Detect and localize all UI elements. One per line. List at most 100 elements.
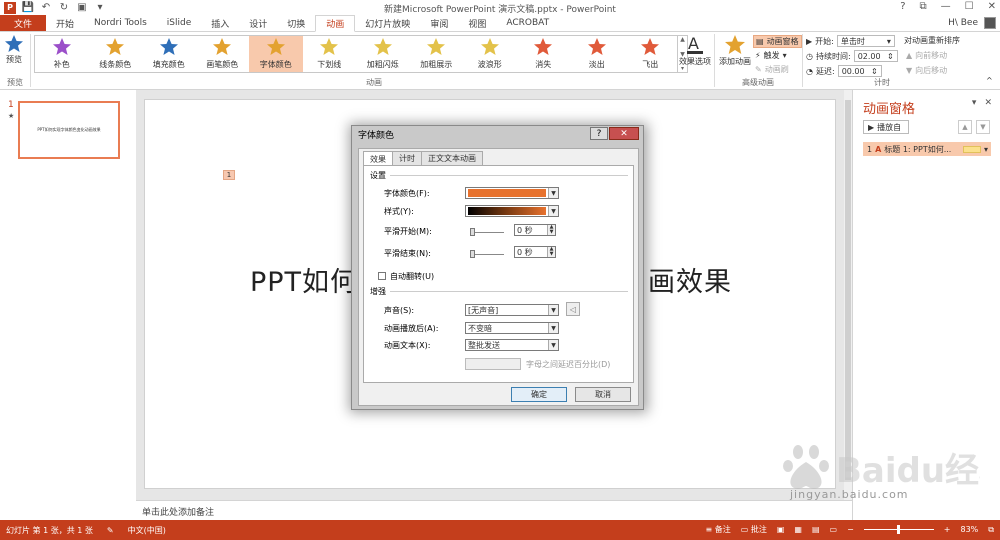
collapse-ribbon-icon[interactable]: ^ (986, 76, 993, 85)
reading-view-icon[interactable]: ▤ (812, 525, 820, 534)
after-animation-select[interactable]: 不变暗 ▼ (465, 322, 559, 334)
effect-item[interactable]: 填充颜色 (142, 36, 196, 72)
help-icon[interactable]: ? (900, 1, 905, 12)
status-bar: 幻灯片 第 1 张，共 1 张 ✎ 中文(中国) ≡ 备注 ▭ 批注 ▣ ▦ ▤… (0, 520, 1000, 540)
ribbon-display-icon[interactable]: ⧉ (920, 1, 927, 12)
effect-item[interactable]: 线条颜色 (89, 36, 143, 72)
animation-pane-button[interactable]: ▤ 动画窗格 (753, 35, 802, 48)
move-later-button[interactable]: ▼ 向后移动 (906, 65, 947, 76)
cancel-button[interactable]: 取消 (575, 387, 631, 402)
start-from-beginning-icon[interactable]: ▣ (76, 2, 88, 14)
user-account[interactable]: H\ Bee (948, 17, 996, 29)
minimize-icon[interactable]: — (941, 1, 951, 12)
tab-design[interactable]: 设计 (239, 15, 277, 31)
animate-text-select[interactable]: 整批发送 ▼ (465, 339, 559, 351)
arrow-up-icon[interactable]: ▲ (958, 120, 972, 134)
smooth-end-input[interactable]: 0 秒 ▲ ▼ (514, 246, 556, 258)
language-status[interactable]: 中文(中国) (128, 525, 166, 536)
arrow-down-icon[interactable]: ▼ (976, 120, 990, 134)
notes-button[interactable]: ≡ 备注 (705, 524, 730, 535)
tab-view[interactable]: 视图 (458, 15, 496, 31)
zoom-slider[interactable] (863, 525, 934, 534)
save-icon[interactable]: 💾 (22, 2, 34, 14)
tab-insert[interactable]: 插入 (201, 15, 239, 31)
effect-item[interactable]: 加粗展示 (410, 36, 464, 72)
ok-button[interactable]: 确定 (511, 387, 567, 402)
smooth-start-slider[interactable] (470, 228, 504, 236)
customize-toolbar-icon[interactable]: ▾ (94, 2, 106, 14)
effect-item[interactable]: 下划线 (303, 36, 357, 72)
tab-review[interactable]: 审阅 (420, 15, 458, 31)
chevron-down-icon[interactable]: ▾ (984, 145, 991, 154)
start-select[interactable]: 单击时 ▾ (836, 35, 895, 47)
slide-title-left: PPT如何 (249, 267, 359, 298)
trigger-button[interactable]: ⚡ 触发 ▾ (755, 50, 787, 61)
after-animation-value: 不变暗 (468, 323, 492, 333)
zoom-level[interactable]: 83% (961, 525, 979, 534)
tab-home[interactable]: 开始 (46, 15, 84, 31)
slideshow-icon[interactable]: ▭ (830, 525, 838, 534)
tab-file[interactable]: 文件 (0, 15, 47, 31)
effect-item[interactable]: 补色 (35, 36, 89, 72)
spell-check-icon[interactable]: ✎ (107, 526, 114, 535)
fit-slide-icon[interactable]: ⧉ (988, 525, 994, 535)
tab-animations[interactable]: 动画 (315, 15, 356, 32)
item-index: 1 (867, 144, 873, 154)
smooth-start-input[interactable]: 0 秒 ▲ ▼ (514, 224, 556, 236)
chevron-down-icon[interactable]: ▾ (972, 98, 977, 108)
font-color-picker[interactable]: ▼ (465, 187, 559, 199)
add-animation-button[interactable]: 添加动画 (718, 34, 752, 67)
duration-input[interactable]: 02.00 ⇕ (853, 50, 898, 62)
dialog-tab-effect[interactable]: 效果 (363, 151, 393, 166)
avatar[interactable] (984, 17, 996, 29)
dialog-close-button[interactable]: ✕ (609, 127, 639, 140)
effect-item[interactable]: 字体颜色 (249, 36, 303, 72)
tab-acrobat[interactable]: ACROBAT (496, 15, 559, 31)
effect-options-button[interactable]: A 效果选项 (678, 34, 712, 76)
animation-list-item[interactable]: 1 A 标题 1: PPT如何... ▾ (863, 142, 991, 156)
effect-item[interactable]: 消失 (517, 36, 571, 72)
undo-icon[interactable]: ↶ (40, 2, 52, 14)
dialog-tab-text-animation[interactable]: 正文文本动画 (421, 151, 483, 165)
workspace-scrollbar[interactable] (844, 90, 852, 500)
tab-transitions[interactable]: 切换 (277, 15, 315, 31)
effect-item[interactable]: 加粗闪烁 (356, 36, 410, 72)
slide-sorter-icon[interactable]: ▦ (794, 525, 802, 534)
animation-painter-button[interactable]: ✎ 动画刷 (755, 64, 789, 75)
normal-view-icon[interactable]: ▣ (777, 525, 785, 534)
zoom-in-icon[interactable]: + (944, 525, 951, 534)
tab-nordri-tools[interactable]: Nordri Tools (84, 15, 157, 31)
dialog-help-button[interactable]: ? (590, 127, 608, 140)
zoom-out-icon[interactable]: − (847, 525, 854, 534)
preview-button[interactable]: 预览 (2, 34, 26, 76)
animation-order-tag[interactable]: 1 (223, 170, 235, 180)
notes-area[interactable]: 单击此处添加备注 (136, 500, 852, 520)
maximize-icon[interactable]: ☐ (965, 1, 974, 12)
delay-input[interactable]: 00.00 ⇕ (837, 65, 882, 77)
effect-item[interactable]: 波浪形 (463, 36, 517, 72)
tab-slideshow[interactable]: 幻灯片放映 (355, 15, 420, 31)
redo-icon[interactable]: ↻ (58, 2, 70, 14)
speaker-icon[interactable]: ◁ (566, 302, 580, 316)
effect-item[interactable]: 画笔颜色 (196, 36, 250, 72)
play-from-button[interactable]: ▶ 播放自 (863, 120, 909, 134)
smooth-end-slider[interactable] (470, 250, 504, 258)
close-icon[interactable]: ✕ (988, 1, 996, 12)
lightning-icon: ⚡ (755, 51, 761, 60)
comments-button[interactable]: ▭ 批注 (741, 524, 767, 535)
sound-value: [无声音] (468, 305, 499, 315)
letter-delay-input[interactable] (465, 358, 521, 370)
effect-item[interactable]: 淡出 (570, 36, 624, 72)
dialog-titlebar[interactable]: 字体颜色 ? ✕ (352, 126, 643, 142)
dialog-tab-timing[interactable]: 计时 (392, 151, 422, 165)
close-icon[interactable]: ✕ (984, 98, 992, 108)
sound-select[interactable]: [无声音] ▼ (465, 304, 559, 316)
tab-islide[interactable]: iSlide (157, 15, 201, 31)
auto-reverse-checkbox[interactable] (378, 272, 386, 280)
slide-thumbnail[interactable]: PPT如何实现字体颜色变化动画效果 (18, 101, 120, 159)
move-earlier-button[interactable]: ▲ 向前移动 (906, 50, 947, 61)
effect-item[interactable]: 飞出 (624, 36, 678, 72)
spinner-icon: ⇕ (886, 51, 894, 61)
style-picker[interactable]: ▼ (465, 205, 559, 217)
group-label-timing: 计时 (874, 78, 890, 87)
